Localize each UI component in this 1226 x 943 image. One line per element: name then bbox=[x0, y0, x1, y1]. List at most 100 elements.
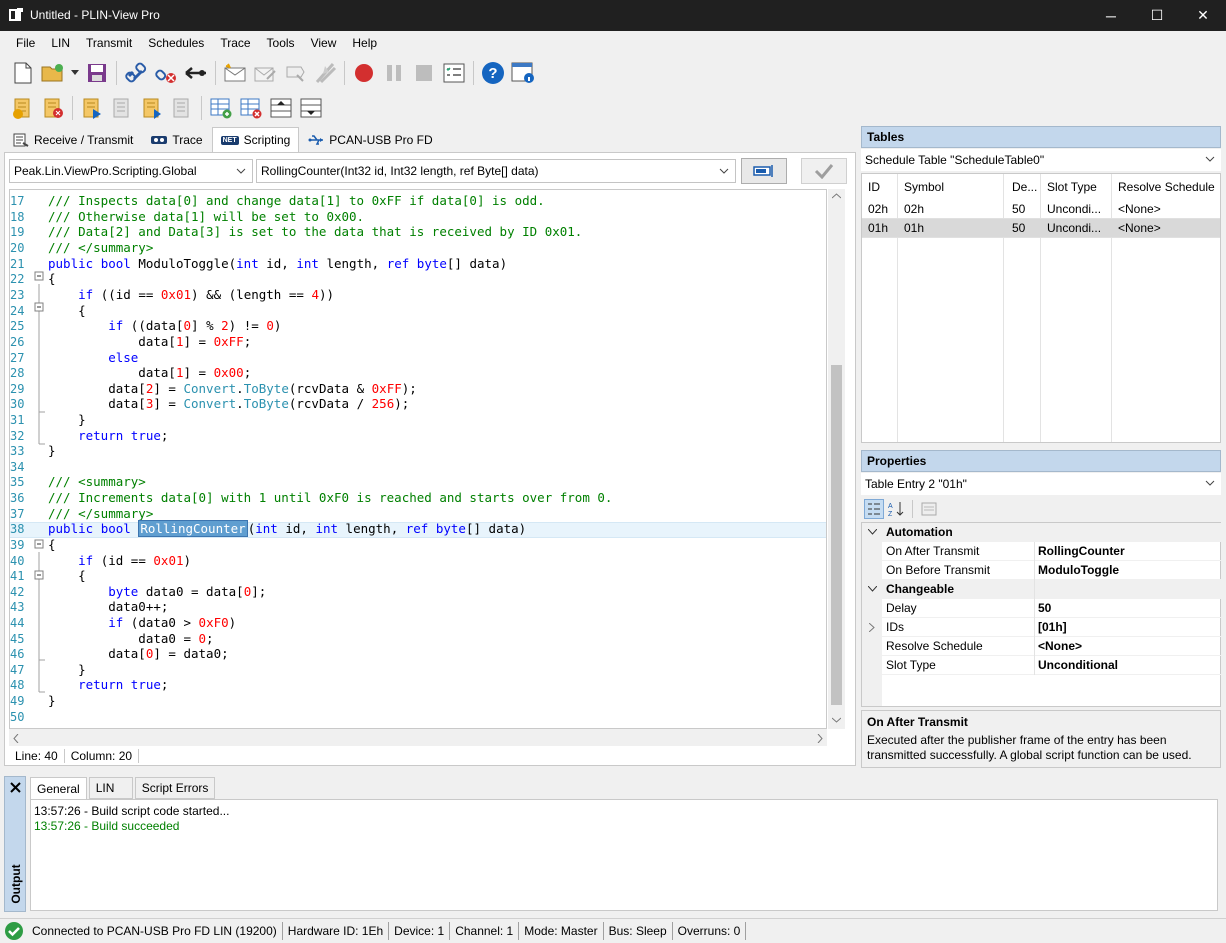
table-move-down-icon[interactable] bbox=[296, 93, 326, 123]
new-message-icon[interactable] bbox=[220, 58, 250, 88]
tab-scripting[interactable]: NET Scripting bbox=[211, 127, 300, 152]
goto-definition-button[interactable] bbox=[741, 158, 787, 184]
collapse-icon bbox=[868, 529, 877, 535]
line-number: 39 bbox=[10, 538, 25, 552]
table-move-up-icon[interactable] bbox=[266, 93, 296, 123]
schedule-resume-icon[interactable] bbox=[137, 93, 167, 123]
property-value[interactable]: ModuloToggle bbox=[1038, 563, 1119, 577]
property-resolve-schedule[interactable]: Resolve Schedule <None> bbox=[862, 637, 1222, 656]
line-number: 46 bbox=[10, 647, 25, 661]
category-automation[interactable]: Automation bbox=[862, 523, 1222, 542]
property-on-after-transmit[interactable]: On After Transmit RollingCounter bbox=[862, 542, 1222, 561]
help-icon[interactable]: ? bbox=[478, 58, 508, 88]
tab-receive-transmit[interactable]: Receive / Transmit bbox=[4, 128, 142, 152]
minimize-button[interactable]: ─ bbox=[1088, 0, 1134, 31]
net-icon: NET bbox=[220, 135, 239, 145]
scrollbar-thumb[interactable] bbox=[831, 365, 842, 705]
property-object-select[interactable]: Table Entry 2 "01h" bbox=[861, 473, 1221, 495]
method-select[interactable]: RollingCounter(Int32 id, Int32 length, r… bbox=[256, 159, 736, 183]
namespace-select[interactable]: Peak.Lin.ViewPro.Scripting.Global bbox=[9, 159, 253, 183]
connect-icon[interactable] bbox=[121, 58, 151, 88]
categorized-button[interactable] bbox=[864, 499, 884, 519]
code-editor[interactable]: 17 18 19 20 21 22 23 24 25 26 27 28 29 30 31 32 33 34 35 36… bbox=[9, 189, 827, 729]
new-file-icon[interactable] bbox=[8, 58, 38, 88]
menu-trace[interactable]: Trace bbox=[212, 36, 258, 50]
property-value[interactable]: 50 bbox=[1038, 601, 1051, 615]
status-bar: Connected to PCAN-USB Pro FD LIN (19200)… bbox=[0, 918, 1226, 943]
line-number: 25 bbox=[10, 319, 25, 333]
pause-icon[interactable] bbox=[379, 58, 409, 88]
schedule-suspend-icon[interactable] bbox=[107, 93, 137, 123]
tab-label: Trace bbox=[172, 133, 203, 147]
open-folder-icon[interactable] bbox=[38, 58, 68, 88]
scroll-down-icon bbox=[832, 717, 841, 723]
menu-file[interactable]: File bbox=[8, 36, 43, 50]
schedule-start-icon[interactable] bbox=[77, 93, 107, 123]
property-slot-type[interactable]: Slot Type Unconditional bbox=[862, 656, 1222, 675]
property-on-before-transmit[interactable]: On Before Transmit ModuloToggle bbox=[862, 561, 1222, 580]
output-tab-script-errors[interactable]: Script Errors bbox=[134, 777, 216, 799]
output-dock-tab[interactable]: Output bbox=[4, 776, 26, 912]
tab-pcan-usb-pro-fd[interactable]: PCAN-USB Pro FD bbox=[299, 128, 441, 152]
property-value[interactable]: [01h] bbox=[1038, 620, 1067, 634]
menu-schedules[interactable]: Schedules bbox=[140, 36, 212, 50]
schedule-table-select-value: Schedule Table "ScheduleTable0" bbox=[865, 153, 1045, 167]
schedule-table-select[interactable]: Schedule Table "ScheduleTable0" bbox=[861, 149, 1221, 171]
table-row[interactable]: 01h 01h 50 Uncondi... <None> bbox=[862, 219, 1220, 238]
property-value[interactable]: Unconditional bbox=[1038, 658, 1118, 672]
stop-icon[interactable] bbox=[409, 58, 439, 88]
save-icon[interactable] bbox=[82, 58, 112, 88]
delete-message-icon[interactable] bbox=[280, 58, 310, 88]
property-value[interactable]: <None> bbox=[1038, 639, 1082, 653]
chevron-down-icon bbox=[719, 168, 729, 174]
disconnect-icon[interactable] bbox=[151, 58, 181, 88]
property-value[interactable]: RollingCounter bbox=[1038, 544, 1125, 558]
schedule-delete-icon[interactable] bbox=[38, 93, 68, 123]
trace-settings-icon[interactable] bbox=[439, 58, 469, 88]
dropdown-arrow-icon[interactable] bbox=[68, 58, 82, 88]
output-tab-general[interactable]: General bbox=[30, 777, 87, 799]
horizontal-scrollbar[interactable] bbox=[9, 729, 827, 746]
table-add-row-icon[interactable] bbox=[206, 93, 236, 123]
lin-hardware-icon[interactable] bbox=[181, 58, 211, 88]
menu-lin[interactable]: LIN bbox=[43, 36, 78, 50]
send-message-icon[interactable] bbox=[310, 58, 340, 88]
property-ids[interactable]: IDs [01h] bbox=[862, 618, 1222, 637]
alphabetical-button[interactable]: AZ bbox=[886, 499, 906, 519]
line-number: 36 bbox=[10, 491, 25, 505]
menu-transmit[interactable]: Transmit bbox=[78, 36, 140, 50]
category-changeable[interactable]: Changeable bbox=[862, 580, 1222, 599]
schedule-stop-icon[interactable] bbox=[167, 93, 197, 123]
cell-symbol: 02h bbox=[904, 202, 925, 216]
line-number: 19 bbox=[10, 225, 25, 239]
vertical-scrollbar[interactable] bbox=[828, 189, 845, 729]
tab-label: Scripting bbox=[243, 133, 291, 147]
window-title: Untitled - PLIN-View Pro bbox=[30, 8, 160, 22]
record-icon[interactable] bbox=[349, 58, 379, 88]
close-button[interactable]: ✕ bbox=[1180, 0, 1226, 31]
table-row[interactable]: 02h 02h 50 Uncondi... <None> bbox=[862, 200, 1220, 219]
line-number: 24 bbox=[10, 304, 25, 318]
status-channel: Channel: 1 bbox=[450, 922, 520, 940]
build-check-button[interactable] bbox=[801, 158, 847, 184]
maximize-button[interactable]: ☐ bbox=[1134, 0, 1180, 31]
table-delete-row-icon[interactable] bbox=[236, 93, 266, 123]
close-icon[interactable] bbox=[10, 782, 21, 793]
schedule-new-icon[interactable] bbox=[8, 93, 38, 123]
menu-help[interactable]: Help bbox=[344, 36, 385, 50]
expand-icon[interactable] bbox=[869, 623, 875, 632]
schedule-toolbar bbox=[0, 91, 1226, 125]
output-log[interactable]: 13:57:26 - Build script code started... … bbox=[30, 799, 1218, 911]
app-icon bbox=[9, 8, 23, 21]
menu-view[interactable]: View bbox=[303, 36, 345, 50]
check-icon bbox=[814, 164, 834, 179]
property-delay[interactable]: Delay 50 bbox=[862, 599, 1222, 618]
menu-tools[interactable]: Tools bbox=[259, 36, 303, 50]
property-pages-button[interactable] bbox=[919, 499, 939, 519]
output-tab-lin[interactable]: LIN bbox=[88, 777, 133, 799]
property-name: Delay bbox=[886, 601, 917, 615]
about-icon[interactable] bbox=[508, 58, 538, 88]
tab-trace[interactable]: Trace bbox=[142, 128, 211, 152]
edit-message-icon[interactable] bbox=[250, 58, 280, 88]
editor-status-line: Line: 40 Column: 20 bbox=[9, 746, 849, 766]
